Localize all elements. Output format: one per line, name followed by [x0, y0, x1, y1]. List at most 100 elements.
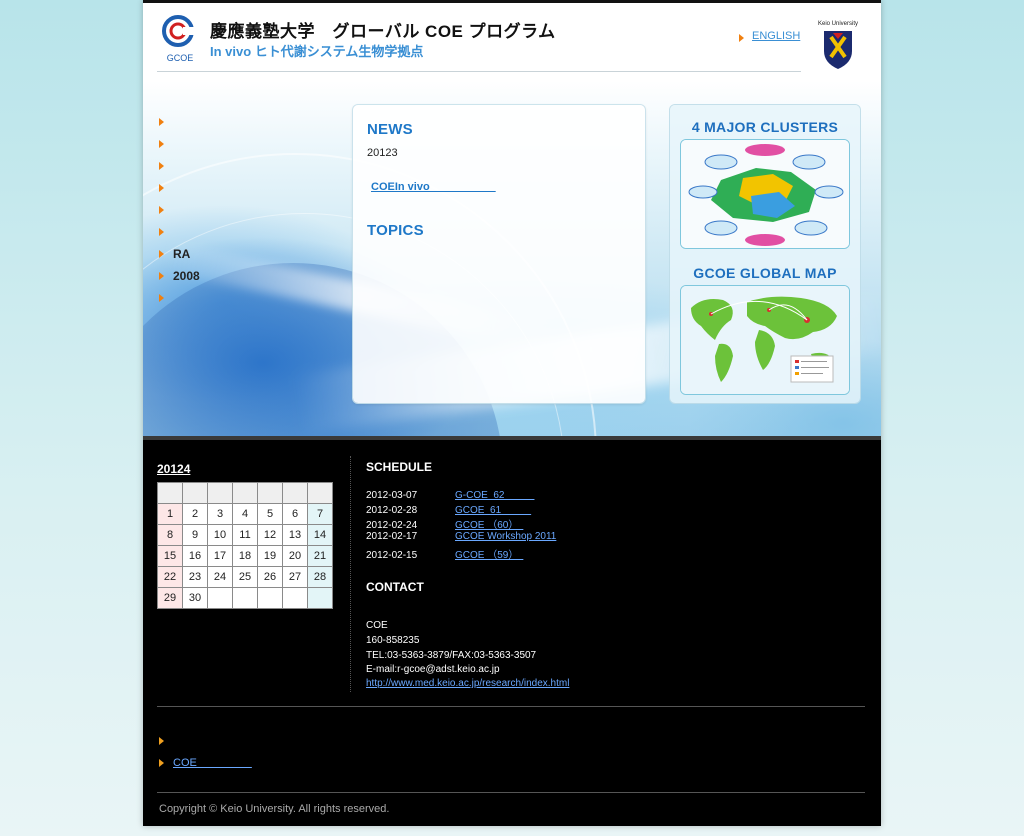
- calendar-day[interactable]: 6: [282, 503, 308, 525]
- nav-item[interactable]: [159, 199, 200, 221]
- footer-link-coe[interactable]: COE: [159, 752, 252, 774]
- footer-area: 20124 1 2 3 4 5 6 7 8 9 10 11 12 13 14 1…: [143, 436, 881, 826]
- schedule-row: 2012-03-07 G-COE 62: [366, 486, 534, 501]
- calendar-table: 1 2 3 4 5 6 7 8 9 10 11 12 13 14 15 16 1…: [157, 482, 333, 609]
- calendar-day[interactable]: 24: [207, 566, 233, 588]
- calendar-day[interactable]: 29: [157, 587, 183, 609]
- calendar-day[interactable]: 28: [307, 566, 333, 588]
- calendar-week: 15 16 17 18 19 20 21: [157, 545, 333, 567]
- nav-item-label: RA: [173, 247, 191, 261]
- calendar-week: 8 9 10 11 12 13 14: [157, 524, 333, 546]
- site-subtitle: In vivo ヒト代謝システム生物学拠点: [210, 44, 424, 59]
- contact-email: E-mail:r-gcoe@adst.keio.ac.jp: [366, 664, 500, 675]
- keio-crest-logo[interactable]: Keio University: [815, 17, 861, 75]
- clusters-diagram: [681, 140, 849, 248]
- topics-heading: TOPICS: [367, 222, 424, 239]
- nav-item-2008[interactable]: 2008: [159, 265, 200, 287]
- weekday-header: [307, 482, 333, 504]
- nav-item-label: 2008: [173, 269, 200, 283]
- gcoe-logo[interactable]: GCOE: [161, 15, 199, 63]
- calendar-day[interactable]: 23: [182, 566, 208, 588]
- schedule-link[interactable]: GCOE （59）: [455, 550, 523, 561]
- calendar-day[interactable]: 18: [232, 545, 258, 567]
- schedule-link[interactable]: GCOE （60）: [455, 520, 523, 531]
- contact-url-line: http://www.med.keio.ac.jp/research/index…: [366, 678, 569, 689]
- schedule-row: 2012-02-17 GCOE Workshop 2011: [366, 531, 556, 542]
- news-link[interactable]: COEIn vivo: [371, 178, 496, 194]
- schedule-date: 2012-02-24: [366, 520, 418, 531]
- calendar-day[interactable]: 27: [282, 566, 308, 588]
- calendar-header-row: [157, 482, 333, 504]
- calendar-day[interactable]: 2: [182, 503, 208, 525]
- schedule-row: 2012-02-28 GCOE 61: [366, 501, 531, 516]
- calendar-day[interactable]: 16: [182, 545, 208, 567]
- contact-org: COE: [366, 620, 388, 631]
- schedule-link[interactable]: G-COE 62: [455, 490, 534, 501]
- footer-divider: [157, 706, 865, 707]
- nav-item[interactable]: [159, 177, 200, 199]
- calendar-day: [232, 587, 258, 609]
- schedule-link[interactable]: GCOE 61: [455, 505, 531, 516]
- calendar-day[interactable]: 21: [307, 545, 333, 567]
- schedule-date: 2012-02-17: [366, 531, 418, 542]
- english-link[interactable]: ENGLISH: [752, 30, 800, 42]
- schedule-date: 2012-03-07: [366, 490, 418, 501]
- calendar-day[interactable]: 13: [282, 524, 308, 546]
- news-date: 20123: [367, 147, 398, 159]
- contact-postal: 160-858235: [366, 635, 420, 646]
- column-divider: [350, 456, 351, 692]
- nav-item[interactable]: [159, 133, 200, 155]
- arrow-icon: [159, 184, 164, 192]
- page-container: GCOE 慶應義塾大学 グローバル COE プログラム In vivo ヒト代謝…: [143, 0, 881, 826]
- calendar-day[interactable]: 22: [157, 566, 183, 588]
- arrow-icon: [159, 272, 164, 280]
- calendar-day[interactable]: 10: [207, 524, 233, 546]
- arrow-icon: [159, 162, 164, 170]
- arrow-icon: [159, 118, 164, 126]
- svg-text:GCOE: GCOE: [167, 53, 194, 63]
- calendar-week: 1 2 3 4 5 6 7: [157, 503, 333, 525]
- calendar-day[interactable]: 12: [257, 524, 283, 546]
- calendar-day[interactable]: 17: [207, 545, 233, 567]
- weekday-header: [232, 482, 258, 504]
- calendar-day[interactable]: 11: [232, 524, 258, 546]
- calendar-day[interactable]: 26: [257, 566, 283, 588]
- nav-item[interactable]: [159, 287, 200, 309]
- calendar-month-link[interactable]: 20124: [157, 462, 190, 476]
- footer-link[interactable]: [159, 730, 252, 752]
- global-map-thumbnail[interactable]: [680, 285, 850, 395]
- calendar-day[interactable]: 7: [307, 503, 333, 525]
- calendar-day[interactable]: 8: [157, 524, 183, 546]
- calendar-day[interactable]: 4: [232, 503, 258, 525]
- weekday-header: [207, 482, 233, 504]
- calendar-day[interactable]: 9: [182, 524, 208, 546]
- calendar-day[interactable]: 19: [257, 545, 283, 567]
- world-map: [681, 286, 849, 394]
- nav-item[interactable]: [159, 155, 200, 177]
- calendar-day[interactable]: 14: [307, 524, 333, 546]
- map-title: GCOE GLOBAL MAP: [693, 265, 837, 281]
- calendar-day[interactable]: 3: [207, 503, 233, 525]
- clusters-thumbnail[interactable]: [680, 139, 850, 249]
- footer-divider: [157, 792, 865, 793]
- nav-item[interactable]: [159, 111, 200, 133]
- clusters-title: 4 MAJOR CLUSTERS: [691, 119, 839, 135]
- arrow-icon: [159, 250, 164, 258]
- calendar-day[interactable]: 30: [182, 587, 208, 609]
- schedule-heading: SCHEDULE: [366, 460, 433, 474]
- calendar-day[interactable]: 5: [257, 503, 283, 525]
- calendar-day[interactable]: 20: [282, 545, 308, 567]
- contact-url-link[interactable]: http://www.med.keio.ac.jp/research/index…: [366, 678, 569, 689]
- svg-text:Keio University: Keio University: [818, 21, 858, 27]
- calendar-day[interactable]: 1: [157, 503, 183, 525]
- calendar-day[interactable]: 15: [157, 545, 183, 567]
- nav-item[interactable]: [159, 221, 200, 243]
- header-divider: [157, 71, 801, 72]
- schedule-date: 2012-02-15: [366, 550, 418, 561]
- schedule-row: 2012-02-24 GCOE （60）: [366, 516, 523, 531]
- nav-item-ra[interactable]: RA: [159, 243, 200, 265]
- site-title: 慶應義塾大学 グローバル COE プログラム: [210, 22, 556, 41]
- schedule-link[interactable]: GCOE Workshop 2011: [455, 531, 556, 542]
- calendar-day[interactable]: 25: [232, 566, 258, 588]
- contact-phone: TEL:03-5363-3879/FAX:03-5363-3507: [366, 650, 537, 661]
